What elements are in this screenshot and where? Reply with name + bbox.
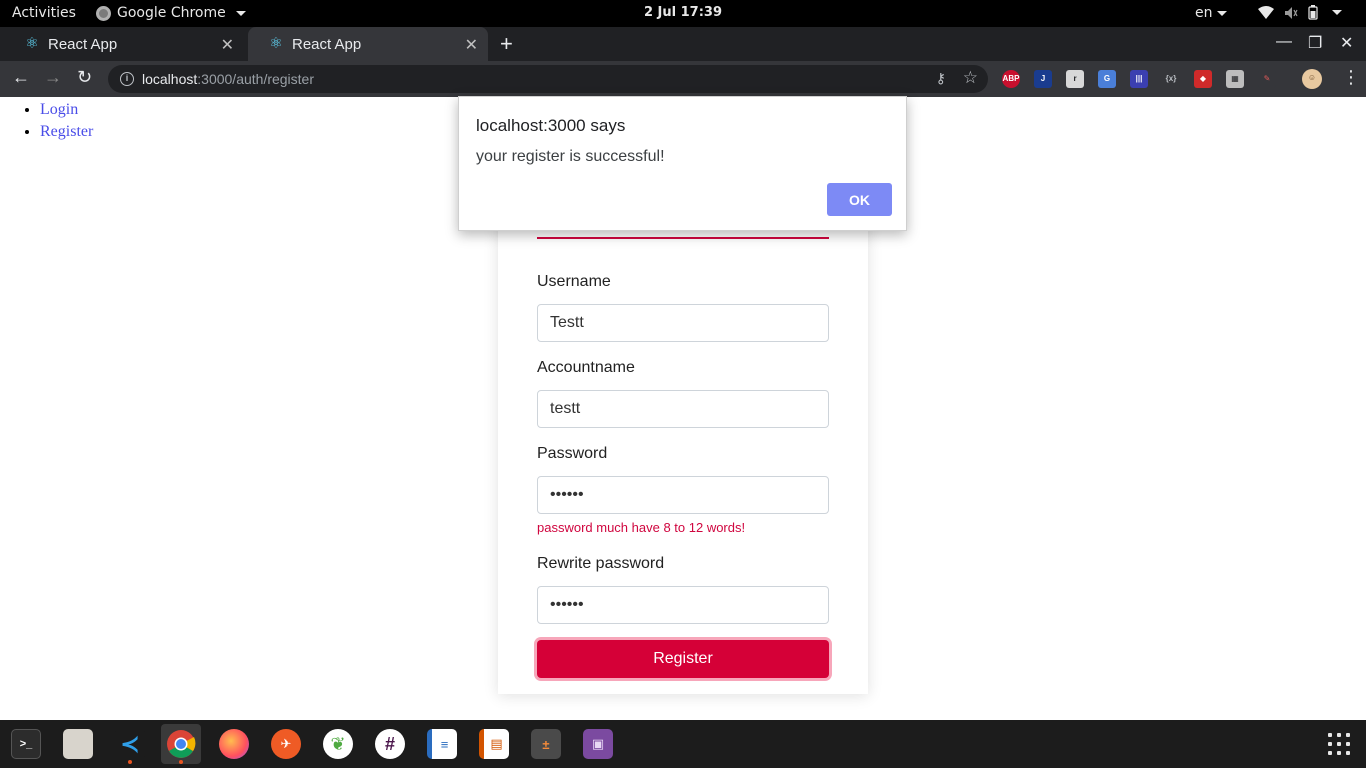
chevron-down-icon — [1216, 10, 1227, 16]
url-path: :3000/auth/register — [197, 71, 315, 87]
dock-writer[interactable]: ≡ — [422, 724, 462, 764]
wifi-icon — [1258, 5, 1274, 19]
files-icon — [63, 729, 93, 759]
minimize-icon[interactable]: — — [1276, 33, 1292, 51]
accountname-input[interactable]: testt — [537, 390, 829, 428]
close-icon[interactable]: ✕ — [221, 35, 234, 55]
bookmark-star-icon[interactable]: ☆ — [963, 68, 978, 88]
browser-tab-active[interactable]: ⚛ React App ✕ — [248, 27, 488, 61]
browser-toolbar: ← → ↻ i localhost:3000/auth/register ⚷ ☆… — [0, 61, 1366, 97]
adblock-plus-icon[interactable]: ABP — [1002, 70, 1020, 88]
accountname-label: Accountname — [537, 359, 635, 376]
dock-impress[interactable]: ▤ — [474, 724, 514, 764]
dialog-message: your register is successful! — [476, 148, 665, 165]
maximize-icon[interactable]: ❐ — [1308, 33, 1322, 53]
username-input[interactable]: Testt — [537, 304, 829, 342]
react-icon: ⚛ — [269, 35, 283, 52]
dock: >_ ≺ ✈ ❦ # ≡ ▤ ± ▣ — [0, 720, 1366, 768]
forward-icon[interactable]: → — [44, 67, 62, 88]
dock-calculator[interactable]: ± — [526, 724, 566, 764]
avatar[interactable]: ☺ — [1302, 69, 1322, 89]
dock-postman[interactable]: ✈ — [266, 724, 306, 764]
translate-icon[interactable]: G — [1098, 70, 1116, 88]
calculator-icon: ± — [531, 729, 561, 759]
extension-red-icon[interactable]: ◆ — [1194, 70, 1212, 88]
tab-title: React App — [292, 35, 362, 53]
username-label: Username — [537, 273, 611, 290]
rewrite-password-input[interactable]: •••••• — [537, 586, 829, 624]
browser-tab[interactable]: ⚛ React App ✕ — [4, 27, 244, 61]
reload-icon[interactable]: ↻ — [77, 67, 92, 88]
dock-mongodb[interactable]: ❦ — [318, 724, 358, 764]
system-tray[interactable] — [1258, 5, 1342, 20]
info-icon[interactable]: i — [120, 72, 134, 86]
register-link[interactable]: Register — [40, 123, 93, 140]
video-editor-icon: ▣ — [583, 729, 613, 759]
extension-pen-icon[interactable]: ✎ — [1258, 70, 1276, 88]
language-label: en — [1195, 5, 1213, 21]
system-top-bar: Activities Google Chrome 2 Jul 17:39 en — [0, 0, 1366, 27]
slack-icon: # — [375, 729, 405, 759]
close-icon[interactable]: ✕ — [465, 35, 478, 55]
dock-video[interactable]: ▣ — [578, 724, 618, 764]
alert-dialog: localhost:3000 says your register is suc… — [458, 96, 907, 231]
clock[interactable]: 2 Jul 17:39 — [0, 5, 1366, 20]
show-applications-icon[interactable] — [1328, 733, 1350, 755]
nav-item-login: Login — [40, 101, 93, 119]
dock-vscode[interactable]: ≺ — [110, 724, 150, 764]
react-icon: ⚛ — [25, 35, 39, 52]
url-host: localhost — [142, 71, 198, 87]
postman-icon: ✈ — [271, 729, 301, 759]
extension-j-icon[interactable]: J — [1034, 70, 1052, 88]
battery-icon — [1308, 5, 1318, 20]
extension-barcode-icon[interactable]: ||| — [1130, 70, 1148, 88]
chevron-down-icon — [1332, 10, 1342, 15]
extension-json-icon[interactable]: {x} — [1162, 70, 1180, 88]
title-divider — [537, 237, 829, 239]
extension-r-icon[interactable]: r — [1066, 70, 1084, 88]
dock-terminal[interactable]: >_ — [6, 724, 46, 764]
password-label: Password — [537, 445, 608, 462]
register-card: Username Testt Accountname testt Passwor… — [498, 207, 868, 694]
dialog-title: localhost:3000 says — [476, 116, 626, 135]
dock-chrome[interactable] — [161, 724, 201, 764]
back-icon[interactable]: ← — [12, 67, 30, 88]
password-error: password much have 8 to 12 words! — [537, 520, 746, 535]
tab-strip: ⚛ React App ✕ ⚛ React App ✕ + — ❐ ✕ — [0, 27, 1366, 61]
terminal-icon: >_ — [11, 729, 41, 759]
new-tab-icon[interactable]: + — [500, 31, 513, 57]
impress-icon: ▤ — [479, 729, 509, 759]
dock-slack[interactable]: # — [370, 724, 410, 764]
language-indicator[interactable]: en — [1195, 5, 1227, 21]
extension-grid-icon[interactable]: ▦ — [1226, 70, 1244, 88]
nav-list: Login Register — [40, 101, 93, 145]
nav-item-register: Register — [40, 123, 93, 141]
tab-title: React App — [48, 35, 118, 53]
vscode-icon: ≺ — [115, 729, 145, 759]
running-indicator — [179, 760, 183, 764]
chrome-icon — [167, 730, 196, 758]
mongodb-leaf-icon: ❦ — [323, 729, 353, 759]
dock-firefox[interactable] — [214, 724, 254, 764]
chrome-menu-icon[interactable]: ⋮ — [1342, 67, 1360, 88]
address-bar[interactable]: i localhost:3000/auth/register ⚷ ☆ — [108, 65, 988, 93]
writer-icon: ≡ — [427, 729, 457, 759]
rewrite-password-label: Rewrite password — [537, 555, 665, 572]
volume-icon — [1285, 6, 1298, 19]
running-indicator — [128, 760, 132, 764]
login-link[interactable]: Login — [40, 101, 78, 118]
ok-button[interactable]: OK — [827, 183, 892, 216]
firefox-icon — [219, 729, 249, 759]
key-icon[interactable]: ⚷ — [936, 70, 946, 87]
close-window-icon[interactable]: ✕ — [1340, 33, 1353, 53]
password-input[interactable]: •••••• — [537, 476, 829, 514]
register-button[interactable]: Register — [537, 640, 829, 678]
dock-files[interactable] — [58, 724, 98, 764]
